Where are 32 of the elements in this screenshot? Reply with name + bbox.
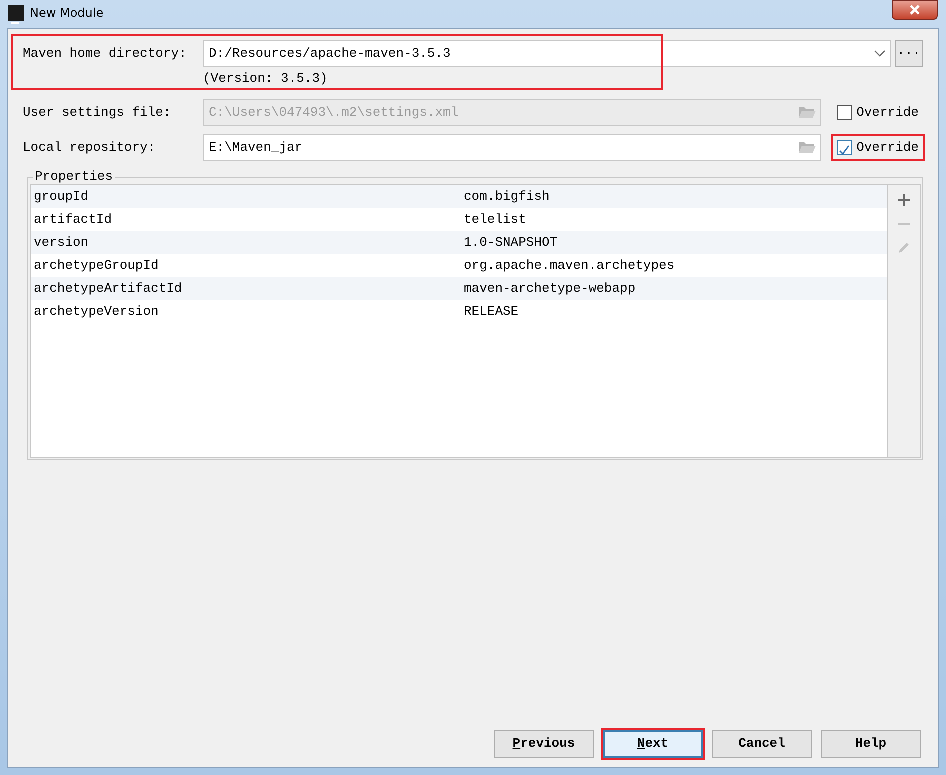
caret-icon bbox=[874, 50, 886, 57]
group-title: Properties bbox=[34, 169, 114, 185]
close-icon bbox=[909, 5, 921, 15]
field-label: User settings file: bbox=[23, 104, 172, 122]
dialog-button[interactable]: Help bbox=[821, 730, 921, 758]
check-icon bbox=[838, 144, 851, 158]
add-icon[interactable] bbox=[897, 193, 911, 207]
browse-button[interactable]: ... bbox=[895, 40, 923, 67]
property-value: com.bigfish bbox=[464, 188, 550, 206]
property-name: archetypeVersion bbox=[34, 302, 160, 321]
dialog-button[interactable]: Cancel bbox=[712, 730, 812, 758]
app-icon bbox=[8, 5, 24, 21]
dialog-button[interactable]: Next bbox=[603, 730, 703, 758]
property-value: RELEASE bbox=[464, 302, 519, 321]
override-checkbox[interactable]: Override bbox=[832, 136, 923, 160]
dialog-button[interactable]: Previous bbox=[494, 730, 594, 758]
property-value: org.apache.maven.archetypes bbox=[464, 256, 675, 275]
property-value: maven-archetype-webapp bbox=[464, 280, 636, 298]
close-button[interactable] bbox=[892, 0, 938, 20]
field-label: Maven home directory: bbox=[23, 44, 188, 63]
repository-field[interactable]: E:\Maven_jar bbox=[203, 134, 821, 161]
property-name: version bbox=[34, 234, 90, 252]
property-name: archetypeGroupId bbox=[34, 256, 160, 275]
window-title: New Module bbox=[30, 5, 104, 22]
property-value: telelist bbox=[464, 210, 526, 229]
property-value: 1.0-SNAPSHOT bbox=[464, 234, 558, 252]
field-label: Local repository: bbox=[23, 138, 157, 157]
property-name: archetypeArtifactId bbox=[34, 280, 184, 298]
property-name: artifactId bbox=[34, 210, 114, 229]
maven-home-dropdown[interactable]: D:/Resources/apache-maven-3.5.3 bbox=[203, 40, 891, 67]
version-text: (Version: 3.5.3) bbox=[203, 70, 328, 88]
property-name: groupId bbox=[34, 188, 90, 206]
